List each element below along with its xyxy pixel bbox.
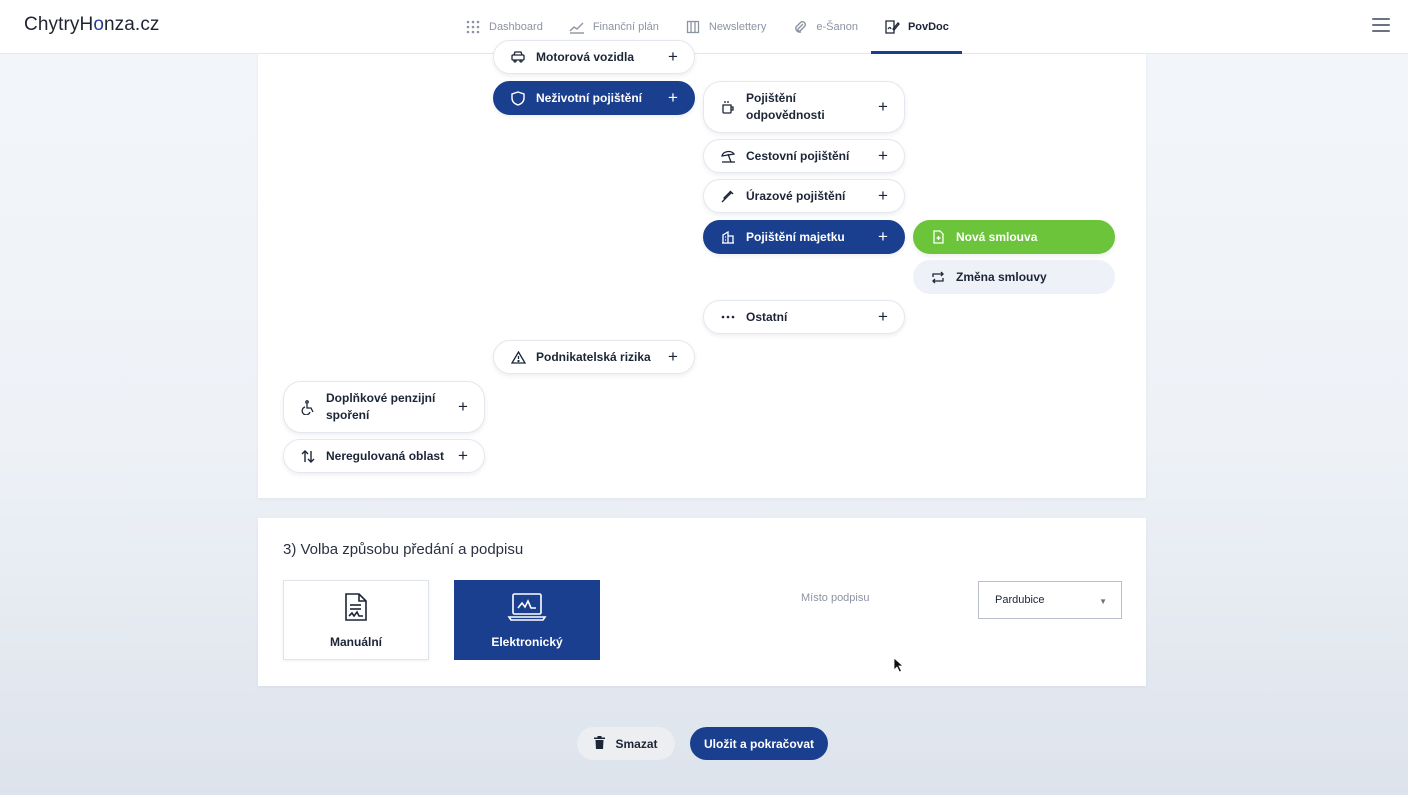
node-neregulovana-oblast[interactable]: Neregulovaná oblast +: [283, 439, 485, 473]
add-icon[interactable]: +: [456, 447, 470, 464]
node-zmena-smlouvy[interactable]: Změna smlouvy: [913, 260, 1115, 294]
nav-label: PovDoc: [907, 21, 949, 33]
nav-label: Newslettery: [708, 21, 767, 33]
mouse-cursor-icon: [893, 657, 905, 673]
building-icon: [720, 229, 736, 245]
newspaper-icon: [685, 19, 701, 35]
more-icon: [720, 309, 736, 325]
place-select-value: Pardubice: [995, 594, 1045, 606]
new-document-icon: [930, 229, 946, 245]
insurance-tree-card: Motorová vozidla + Neživotní pojištění +…: [258, 40, 1146, 498]
nav-label: Finanční plán: [592, 21, 659, 33]
add-icon[interactable]: +: [666, 89, 680, 106]
add-icon[interactable]: +: [666, 348, 680, 365]
add-icon[interactable]: +: [456, 398, 470, 415]
nav-item-povdoc[interactable]: PovDoc: [870, 0, 962, 54]
node-pojisteni-majetku[interactable]: Pojištění majetku +: [703, 220, 905, 254]
menu-icon[interactable]: [1372, 18, 1390, 34]
node-ostatni[interactable]: Ostatní +: [703, 300, 905, 334]
section-title: 3) Volba způsobu předání a podpisu: [283, 541, 524, 558]
place-label: Místo podpisu: [801, 592, 870, 604]
add-icon[interactable]: +: [876, 308, 890, 325]
nav-label: e-Šanon: [816, 21, 858, 33]
chart-line-icon: [569, 19, 585, 35]
coffee-cup-icon: [720, 99, 736, 115]
node-motorova-vozidla[interactable]: Motorová vozidla +: [493, 40, 695, 74]
wheelchair-icon: [300, 399, 316, 415]
trash-icon: [594, 735, 606, 752]
grid-icon: [465, 19, 481, 35]
document-sign-icon: [884, 19, 900, 35]
top-bar: ChytryHonza.cz Dashboard Finanční plán N…: [0, 0, 1408, 54]
delete-button-label: Smazat: [615, 736, 658, 751]
node-podnikatelska-rizika[interactable]: Podnikatelská rizika +: [493, 340, 695, 374]
add-icon[interactable]: +: [876, 228, 890, 245]
add-icon[interactable]: +: [666, 48, 680, 65]
node-urazove-pojisteni[interactable]: Úrazové pojištění +: [703, 179, 905, 213]
node-pojisteni-odpovednosti[interactable]: Pojištění odpovědnosti +: [703, 81, 905, 133]
node-nova-smlouva[interactable]: Nová smlouva: [913, 220, 1115, 254]
nav-label: Dashboard: [489, 21, 543, 33]
logo[interactable]: ChytryHonza.cz: [24, 14, 160, 36]
nav-item-e-sanon[interactable]: e-Šanon: [779, 0, 871, 54]
place-select[interactable]: Pardubice ▼: [978, 581, 1122, 619]
paperclip-icon: [792, 19, 808, 35]
laptop-signature-icon: [507, 592, 547, 625]
swap-vertical-icon: [300, 448, 316, 464]
syringe-icon: [720, 188, 736, 204]
option-electronic[interactable]: Elektronický: [454, 580, 600, 660]
node-nezivotni-pojisteni[interactable]: Neživotní pojištění +: [493, 81, 695, 115]
save-continue-label: Uložit a pokračovat: [703, 736, 815, 751]
caret-down-icon: ▼: [1099, 597, 1107, 606]
option-manual[interactable]: Manuální: [283, 580, 429, 660]
node-cestovni-pojisteni[interactable]: Cestovní pojištění +: [703, 139, 905, 173]
shield-icon: [510, 90, 526, 106]
add-icon[interactable]: +: [876, 187, 890, 204]
document-icon: [344, 592, 368, 625]
beach-umbrella-icon: [720, 148, 736, 164]
repeat-icon: [930, 269, 946, 285]
warning-icon: [510, 349, 526, 365]
car-icon: [510, 49, 526, 65]
delete-button[interactable]: Smazat: [577, 727, 675, 760]
option-manual-label: Manuální: [329, 634, 382, 649]
option-electronic-label: Elektronický: [491, 634, 563, 649]
add-icon[interactable]: +: [876, 147, 890, 164]
add-icon[interactable]: +: [876, 98, 890, 115]
node-doplnkove-penzijni-sporeni[interactable]: Doplňkové penzijní spoření +: [283, 381, 485, 433]
save-continue-button[interactable]: Uložit a pokračovat: [690, 727, 828, 760]
signing-method-card: 3) Volba způsobu předání a podpisu Manuá…: [258, 518, 1146, 686]
